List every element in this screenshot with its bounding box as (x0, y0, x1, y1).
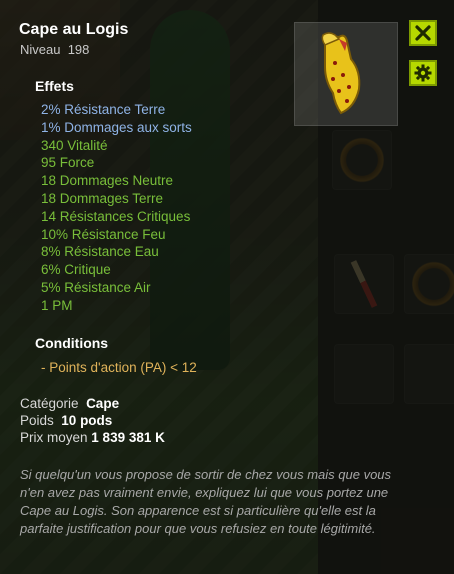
item-image (294, 22, 398, 126)
effect-line: 5% Résistance Air (41, 279, 151, 295)
conditions-heading: Conditions (35, 335, 109, 351)
effect-line: 95 Force (41, 155, 95, 171)
weight-label: Poids (20, 413, 54, 428)
price-row: Prix moyen 1 839 381 K (20, 430, 165, 445)
price-label: Prix moyen (20, 430, 88, 445)
item-tooltip: Cape au Logis Niveau 198 Effets 2% Résis… (0, 0, 454, 574)
effect-line: 8% Résistance Eau (41, 244, 159, 260)
effect-line: 1 PM (41, 297, 73, 313)
effect-line: 18 Dommages Terre (41, 190, 164, 206)
effect-line: 6% Critique (41, 262, 111, 278)
category-label: Catégorie (20, 396, 79, 411)
settings-button[interactable] (409, 60, 437, 86)
gear-icon (414, 64, 432, 82)
category-value: Cape (86, 396, 120, 411)
weight-value: 10 pods (61, 413, 113, 428)
close-icon (415, 25, 431, 41)
yellow-cape-icon (321, 32, 361, 115)
effect-line: 340 Vitalité (41, 137, 108, 153)
effect-line: 2% Résistance Terre (41, 102, 166, 117)
effects-heading: Effets (35, 78, 74, 94)
close-button[interactable] (409, 20, 437, 46)
weight-row: Poids 10 pods (20, 413, 112, 428)
item-name: Cape au Logis (19, 21, 129, 38)
item-description: Si quelqu'un vous propose de sortir de c… (20, 467, 392, 536)
price-value: 1 839 381 K (91, 430, 165, 445)
category-row: Catégorie Cape (20, 396, 119, 411)
effects-list: 2% Résistance Terre 1% Dommages aux sort… (41, 101, 192, 315)
condition-line: - Points d'action (PA) < 12 (41, 360, 197, 375)
item-level: Niveau 198 (20, 42, 90, 57)
effect-line: 18 Dommages Neutre (41, 173, 174, 189)
effect-line: 10% Résistance Feu (41, 226, 166, 242)
effect-line: 1% Dommages aux sorts (41, 119, 192, 135)
effect-line: 14 Résistances Critiques (41, 208, 191, 224)
